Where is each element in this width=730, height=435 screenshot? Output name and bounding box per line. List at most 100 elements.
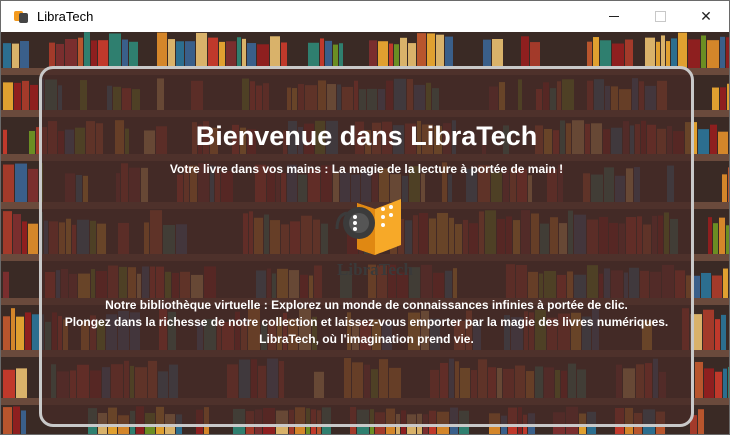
title-bar[interactable]: LibraTech ✕ xyxy=(1,1,729,32)
book-spine xyxy=(22,80,29,110)
book-spine xyxy=(12,43,19,68)
book-spine xyxy=(65,39,77,68)
book-spine xyxy=(11,308,15,350)
logo-text: LibraTech xyxy=(337,260,413,279)
book-spine xyxy=(3,43,11,68)
book-spine xyxy=(720,36,725,68)
window-title: LibraTech xyxy=(37,9,94,24)
book-spine xyxy=(712,87,719,110)
book-spine xyxy=(98,40,108,68)
book-spine xyxy=(666,41,670,68)
welcome-screen: Bienvenue dans LibraTech Votre livre dan… xyxy=(1,32,729,434)
welcome-heading: Bienvenue dans LibraTech xyxy=(195,121,538,151)
book-spine xyxy=(671,38,677,68)
book-icon xyxy=(335,199,401,255)
book-spine xyxy=(84,32,90,68)
book-spine xyxy=(436,34,444,68)
book-spine xyxy=(56,43,64,68)
book-spine xyxy=(49,42,55,68)
book-spine xyxy=(710,124,717,154)
book-spine xyxy=(21,410,26,434)
book-spine xyxy=(408,43,416,68)
book-spine xyxy=(28,168,38,202)
book-spine xyxy=(728,366,729,398)
book-spine xyxy=(712,275,722,298)
book-spine xyxy=(587,41,592,68)
book-spine xyxy=(16,316,24,350)
book-spine xyxy=(400,37,407,68)
description: Notre bibliothèque virtuelle : Explorez … xyxy=(42,297,691,348)
book-spine xyxy=(707,40,719,68)
book-spine xyxy=(3,271,9,298)
minimize-icon xyxy=(609,16,619,17)
book-spine xyxy=(625,39,633,68)
book-spine xyxy=(521,36,529,68)
book-spine xyxy=(219,41,225,68)
book-spine xyxy=(417,33,426,68)
book-spine xyxy=(339,43,343,68)
book-spine xyxy=(29,130,35,154)
book-spine xyxy=(703,309,714,350)
book-spine xyxy=(483,39,491,68)
book-spine xyxy=(708,217,712,254)
book-spine xyxy=(122,39,128,68)
app-window: LibraTech ✕ Bienvenue dans LibraTech Vot… xyxy=(0,0,730,435)
book-spine xyxy=(78,37,83,68)
book-spine xyxy=(3,316,10,350)
book-spine xyxy=(530,42,540,68)
book-spine xyxy=(378,41,388,68)
book-spine xyxy=(713,223,718,254)
book-spine xyxy=(715,371,722,398)
maximize-icon xyxy=(654,11,666,22)
book-spine xyxy=(661,35,665,68)
book-spine xyxy=(721,314,726,350)
minimize-button[interactable] xyxy=(591,1,637,32)
book-spine xyxy=(722,174,727,202)
description-line: Plongez dans la richesse de notre collec… xyxy=(64,315,669,329)
book-spine xyxy=(25,312,31,350)
book-spine xyxy=(325,40,332,68)
book-spine xyxy=(701,272,711,298)
book-spine xyxy=(593,37,599,68)
book-spine xyxy=(13,214,21,254)
book-spine xyxy=(30,84,38,110)
book-spine xyxy=(701,35,706,68)
book-spine xyxy=(695,361,703,398)
book-spine xyxy=(22,221,27,254)
book-spine xyxy=(728,167,729,202)
book-spine xyxy=(698,129,709,154)
book-spine xyxy=(308,42,319,68)
close-button[interactable]: ✕ xyxy=(683,1,729,32)
book-spine xyxy=(168,39,175,68)
book-spine xyxy=(13,406,20,434)
book-spine xyxy=(185,41,195,68)
book-spine xyxy=(723,268,728,298)
book-spine xyxy=(698,409,704,434)
book-spine xyxy=(719,217,725,254)
book-spine xyxy=(723,368,727,398)
book-spine xyxy=(14,82,21,110)
book-spine xyxy=(3,211,12,254)
book-spine xyxy=(3,129,7,154)
book-spine xyxy=(704,368,714,398)
book-spine xyxy=(612,43,624,68)
book-spine xyxy=(727,83,729,110)
book-spine xyxy=(226,41,236,68)
book-spine xyxy=(3,407,12,434)
book-spine xyxy=(3,164,14,202)
book-spine xyxy=(389,43,393,68)
book-spine xyxy=(320,38,324,68)
book-spine xyxy=(109,33,121,68)
welcome-subtitle: Votre livre dans vos mains : La magie de… xyxy=(169,162,564,176)
book-spine xyxy=(3,369,15,398)
book-spine xyxy=(492,39,503,68)
book-spine xyxy=(91,40,97,68)
book-spine xyxy=(270,36,280,68)
book-spine xyxy=(394,44,399,68)
description-line: LibraTech, où l'imagination prend vie. xyxy=(259,332,474,346)
maximize-button[interactable] xyxy=(637,1,683,32)
book-spine xyxy=(3,82,13,110)
book-spine xyxy=(281,42,287,68)
book-spine xyxy=(656,41,660,68)
book-spine xyxy=(20,41,29,68)
